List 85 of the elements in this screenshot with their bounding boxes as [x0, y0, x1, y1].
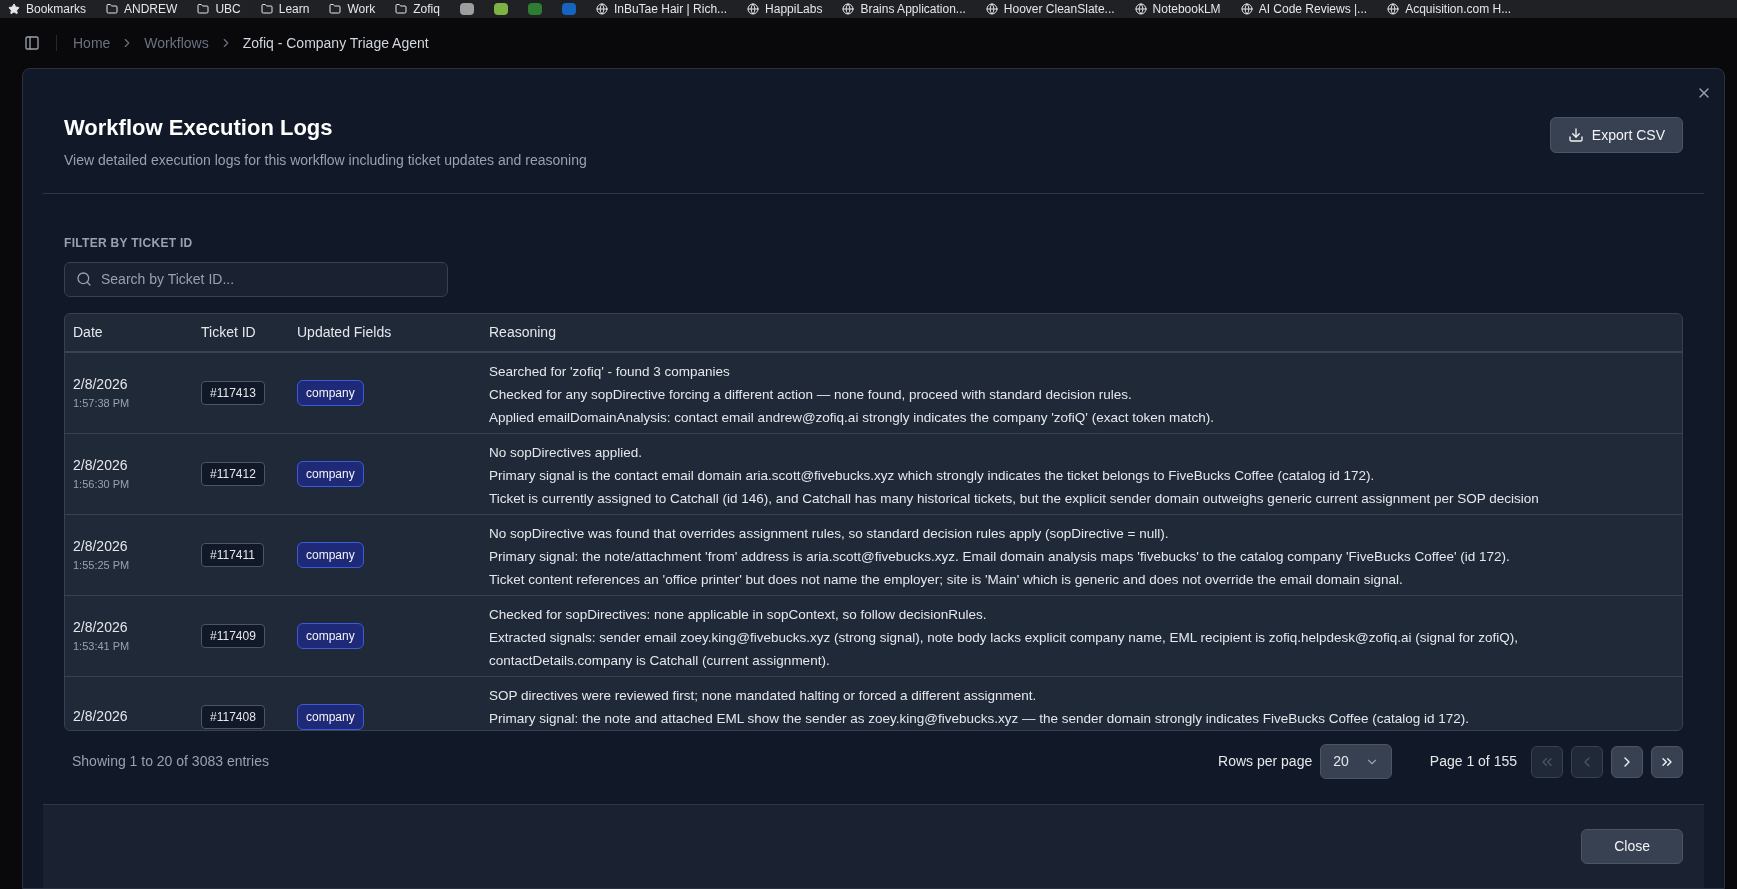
reasoning-line: No sopDirectives applied.: [489, 443, 644, 462]
column-header: Date: [72, 322, 104, 342]
bookmark-link[interactable]: Learn: [278, 0, 310, 18]
reasoning-line: Ticket is currently assigned to Catchall (id 146), and Catchall has many historical tickets, but the explicit sender domain outweighs generic current assignment per SOP decision: [489, 489, 1540, 508]
filter-label: FILTER BY TICKET ID: [64, 234, 194, 252]
folder-icon: [260, 3, 273, 15]
rows-per-page-select[interactable]: 20: [1320, 744, 1392, 779]
bookmark-link[interactable]: AI Code Reviews |...: [1258, 0, 1368, 18]
bookmark-link[interactable]: Work: [347, 0, 376, 18]
reasoning-line: Primary signal is the contact email domain aria.scott@fivebucks.xyz which strongly indicates the ticket belongs to FiveBucks Coffee (catalog id 172).: [489, 466, 1376, 485]
reasoning-line: Primary signal: the note and attached EML show the sender as zoey.king@fivebucks.xyz — the sender domain strongly indicates FiveBucks Coffee (catalog id 172).: [489, 709, 1470, 728]
favicon-icon[interactable]: [459, 3, 474, 15]
date-text: 2/8/2026: [73, 374, 129, 394]
search-field[interactable]: Search by Ticket ID...: [64, 261, 448, 297]
search-icon: [76, 270, 92, 287]
reasoning-line: Ticket content references an 'office printer' but does not name the employer; site is 'Main' which is generic and does not override the email domain signal.: [489, 570, 1404, 589]
globe-icon: [595, 3, 608, 15]
folder-icon: [329, 3, 342, 15]
breadcrumb-link[interactable]: Home: [73, 32, 111, 54]
reasoning-line: Searched for 'zofiq' - found 3 companies: [489, 362, 731, 381]
field-tag: company: [297, 460, 364, 487]
reasoning-line: No sopDirective was found that overrides assignment rules, so standard decision rules apply (sopDirective = null).: [489, 524, 1170, 543]
ticket-id-badge: #117413: [201, 381, 265, 405]
entries-summary: Showing 1 to 20 of 3083 entries: [72, 752, 269, 771]
favicon-icon[interactable]: [527, 3, 542, 15]
field-tag: company: [297, 541, 364, 568]
bookmark-link[interactable]: Bookmarks: [26, 0, 87, 18]
page-indicator: Page 1 of 155: [1429, 752, 1517, 771]
field-tag: company: [297, 622, 364, 649]
download-icon: [1567, 127, 1584, 143]
ticket-id-badge: #117409: [201, 624, 265, 648]
bookmark-link[interactable]: Hoover CleanSlate...: [1003, 0, 1115, 18]
globe-icon: [1134, 3, 1147, 15]
reasoning-line: Applied emailDomainAnalysis: contact email andrew@zofiq.ai strongly indicates the company 'zofiQ' (exact token match).: [489, 408, 1215, 427]
reasoning-line: contactDetails.company is Catchall (current assignment).: [489, 651, 831, 670]
date-text: 2/8/2026: [73, 455, 129, 475]
sidebar-toggle-icon[interactable]: [24, 35, 40, 51]
rows-per-page-label: Rows per page: [1218, 752, 1313, 771]
time-text: 1:56:30 PM: [73, 476, 131, 492]
reasoning-line: Primary signal: the note/attachment 'from' address is aria.scott@fivebucks.xyz. Email domain analysis maps 'fivebucks' to the catalog company 'FiveBucks Coffee' (id 172).: [489, 547, 1511, 566]
bookmark-link[interactable]: HappiLabs: [765, 0, 823, 18]
date-text: 2/8/2026: [73, 617, 129, 637]
time-text: 1:53:41 PM: [73, 638, 131, 654]
bookmark-link[interactable]: NotebookLM: [1152, 0, 1221, 18]
globe-icon: [1387, 3, 1400, 15]
date-text: 2/8/2026: [73, 536, 129, 556]
bookmark-link[interactable]: UBC: [215, 0, 241, 18]
ticket-id-badge: #117408: [201, 705, 265, 729]
reasoning-line: Checked for sopDirectives: none applicable in sopContext, so follow decisionRules.: [489, 605, 988, 624]
pagination-button[interactable]: [1651, 745, 1683, 778]
bookmark-link[interactable]: Brains Application...: [860, 0, 966, 18]
reasoning-line: SOP directives were reviewed first; none mandated halting or forced a different assignment.: [489, 686, 1038, 705]
close-button[interactable]: Close: [1581, 829, 1683, 864]
favicon-icon[interactable]: [493, 3, 508, 15]
pagination-button[interactable]: [1611, 745, 1643, 778]
field-tag: company: [297, 703, 364, 730]
bookmark-link[interactable]: InBuTae Hair | Rich...: [613, 0, 728, 18]
column-header: Updated Fields: [297, 322, 393, 342]
ticket-id-badge: #117412: [201, 462, 265, 486]
breadcrumb-link[interactable]: Workflows: [144, 32, 209, 54]
field-tag: company: [297, 379, 364, 406]
globe-icon: [985, 3, 998, 15]
ticket-id-badge: #117411: [201, 543, 264, 567]
time-text: 1:57:38 PM: [73, 395, 131, 411]
date-text: 2/8/2026: [73, 707, 129, 726]
folder-icon: [395, 3, 408, 15]
bookmark-link[interactable]: Acquisition.com H...: [1405, 0, 1512, 18]
globe-icon: [747, 3, 760, 15]
reasoning-line: Checked for any sopDirective forcing a different action — none found, proceed with standard decision rules.: [489, 385, 1133, 404]
dialog-title: Workflow Execution Logs: [64, 114, 334, 142]
favicon-icon[interactable]: [561, 3, 576, 15]
column-header: Reasoning: [489, 322, 557, 342]
star-icon: [8, 3, 20, 15]
dialog-subtitle: View detailed execution logs for this workflow including ticket updates and reasoning: [64, 150, 587, 170]
bookmark-link[interactable]: Zofiq: [413, 0, 440, 18]
bookmark-link[interactable]: ANDREW: [124, 0, 178, 18]
export-csv-button[interactable]: Export CSV: [1549, 117, 1683, 153]
folder-icon: [106, 3, 119, 15]
column-header: Ticket ID: [201, 322, 257, 342]
globe-icon: [1240, 3, 1253, 15]
reasoning-line: Extracted signals: sender email zoey.king@fivebucks.xyz (strong signal), note body lacks explicit company name, EML recipient is zofiq.helpdesk@zofiq.ai (signal for zofiQ),: [489, 628, 1520, 647]
breadcrumb-link[interactable]: Zofiq - Company Triage Agent: [242, 32, 429, 54]
globe-icon: [842, 3, 855, 15]
time-text: 1:55:25 PM: [73, 557, 131, 573]
folder-icon: [197, 3, 210, 15]
